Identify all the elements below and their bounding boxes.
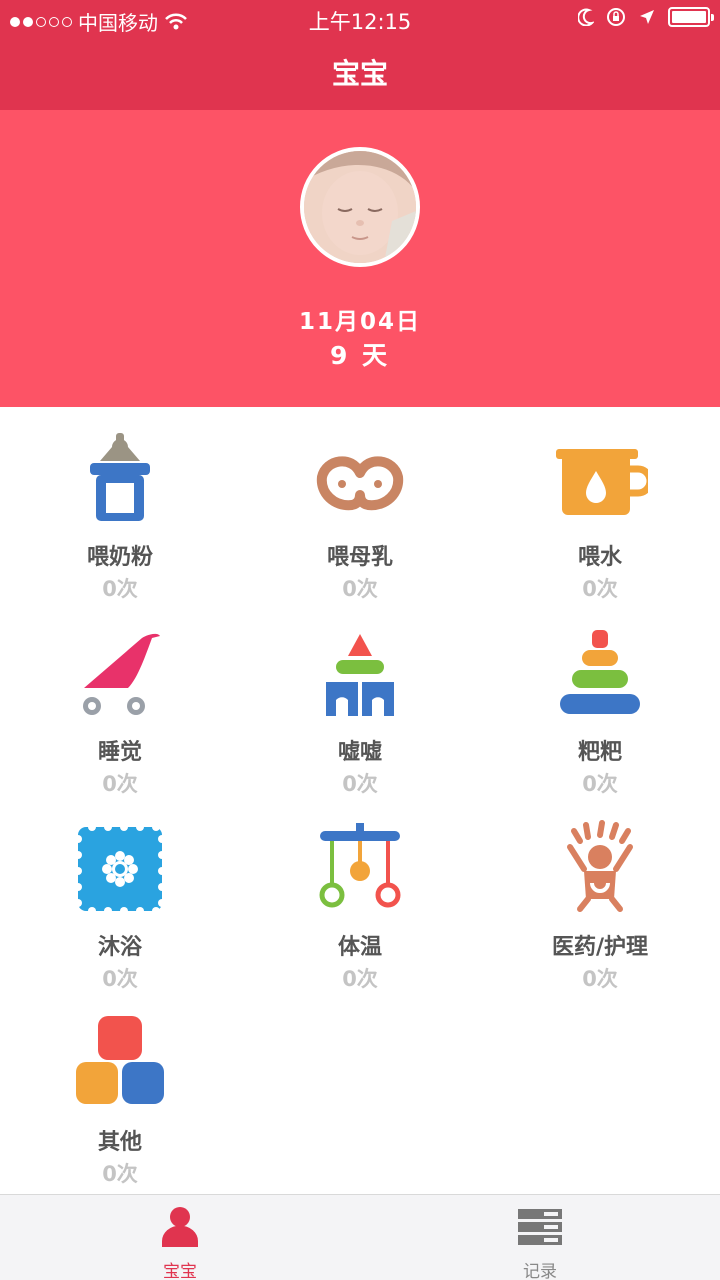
activity-count: 0次 <box>102 577 138 601</box>
status-bar: 中国移动 上午12:15 <box>0 0 720 38</box>
activity-label: 其他 <box>97 1130 142 1155</box>
activity-label: 睡觉 <box>97 740 142 765</box>
baby-avatar[interactable] <box>300 147 420 267</box>
bath-towel-icon <box>74 823 166 915</box>
list-icon <box>518 1209 562 1245</box>
activity-label: 嘘嘘 <box>337 740 382 765</box>
activity-label: 医药/护理 <box>551 935 649 960</box>
activity-medicine[interactable]: 医药/护理 0次 <box>480 797 720 992</box>
activity-pee[interactable]: 嘘嘘 0次 <box>240 602 480 797</box>
page-title: 宝宝 <box>331 57 388 90</box>
stacking-rings-icon <box>560 630 640 714</box>
baby-bottle-icon <box>90 433 150 521</box>
baby-figure-icon <box>567 820 633 912</box>
activity-formula[interactable]: 喂奶粉 0次 <box>0 407 240 602</box>
tab-label: 宝宝 <box>163 1262 197 1280</box>
activity-label: 喂奶粉 <box>86 545 153 570</box>
colored-squares-icon <box>76 1016 164 1104</box>
blocks-icon <box>326 634 394 716</box>
mobile-toy-icon <box>319 823 401 908</box>
activity-count: 0次 <box>102 967 138 991</box>
activity-sleep[interactable]: 睡觉 0次 <box>0 602 240 797</box>
tab-bar: 宝宝 记录 <box>0 1194 720 1280</box>
birth-date: 11月04日 <box>298 309 421 335</box>
activity-count: 0次 <box>342 577 378 601</box>
activity-count: 0次 <box>102 772 138 796</box>
activity-water[interactable]: 喂水 0次 <box>480 407 720 602</box>
location-arrow-icon <box>640 10 654 24</box>
person-icon <box>162 1207 198 1247</box>
activity-label: 沐浴 <box>97 935 142 960</box>
tab-records[interactable]: 记录 <box>360 1195 720 1280</box>
activity-count: 0次 <box>342 967 378 991</box>
battery-icon <box>668 7 714 27</box>
stroller-icon <box>83 633 160 715</box>
moon-icon <box>578 8 594 26</box>
activity-label: 喂水 <box>577 545 622 570</box>
baby-profile-header: 11月04日 9 天 <box>0 110 720 407</box>
activity-breastfeed[interactable]: 喂母乳 0次 <box>240 407 480 602</box>
rotation-lock-icon <box>607 8 625 26</box>
tab-baby[interactable]: 宝宝 <box>0 1195 360 1280</box>
activity-count: 0次 <box>582 967 618 991</box>
activity-count: 0次 <box>582 772 618 796</box>
status-right <box>578 7 714 27</box>
activity-count: 0次 <box>582 577 618 601</box>
activity-other[interactable]: 其他 0次 <box>0 992 240 1187</box>
age-days: 9 天 <box>329 341 391 370</box>
breast-icon <box>316 456 404 511</box>
activity-label: 粑粑 <box>577 740 622 765</box>
activity-poop[interactable]: 粑粑 0次 <box>480 602 720 797</box>
activity-label: 体温 <box>337 935 382 960</box>
activity-count: 0次 <box>102 1162 138 1186</box>
activity-count: 0次 <box>342 772 378 796</box>
activity-label: 喂母乳 <box>326 545 393 570</box>
cup-icon <box>556 449 648 515</box>
baby-photo-icon <box>304 151 416 263</box>
activity-bath[interactable]: 沐浴 0次 <box>0 797 240 992</box>
activity-temperature[interactable]: 体温 0次 <box>240 797 480 992</box>
tab-label: 记录 <box>523 1262 557 1280</box>
navigation-bar: 宝宝 <box>0 38 720 110</box>
